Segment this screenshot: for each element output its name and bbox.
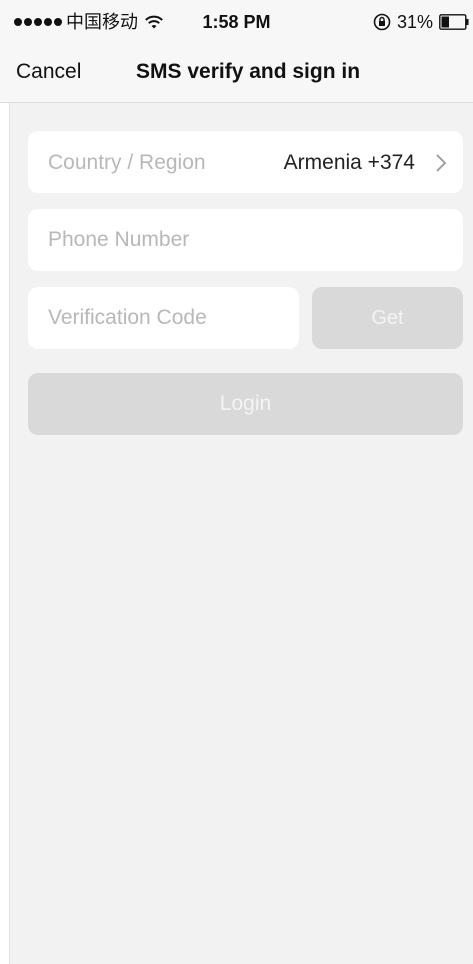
status-right: 31% xyxy=(373,11,469,33)
status-bar: 中国移动 1:58 PM 31% xyxy=(0,0,473,44)
verification-code-input[interactable] xyxy=(28,287,299,349)
get-code-button[interactable]: Get xyxy=(312,287,463,349)
nav-bar: Cancel SMS verify and sign in xyxy=(0,44,473,103)
country-region-selector[interactable]: Country / Region Armenia +374 xyxy=(28,131,463,193)
verification-code-field-container xyxy=(28,287,299,349)
phone-number-input[interactable] xyxy=(28,209,463,271)
rotation-lock-icon xyxy=(373,13,391,31)
page-title: SMS verify and sign in xyxy=(136,60,361,83)
sms-login-screen: 中国移动 1:58 PM 31% Cancel SMS verify and s… xyxy=(0,0,473,964)
left-edge-strip xyxy=(0,0,10,964)
country-region-value: Armenia +374 xyxy=(283,151,415,174)
battery-icon xyxy=(439,14,469,30)
login-button[interactable]: Login xyxy=(28,373,463,435)
country-region-label: Country / Region xyxy=(48,151,206,174)
battery-percent: 31% xyxy=(396,12,433,32)
cancel-button[interactable]: Cancel xyxy=(16,59,81,85)
chevron-right-icon xyxy=(436,154,447,172)
phone-number-field-container xyxy=(28,209,463,271)
